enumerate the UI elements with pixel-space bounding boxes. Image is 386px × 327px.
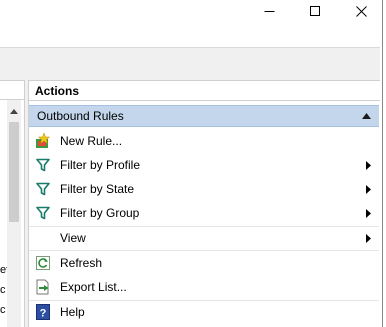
help-icon: ?: [35, 304, 51, 320]
filter-icon: [35, 181, 51, 197]
window-edge: [380, 0, 386, 327]
section-title: Outbound Rules: [37, 109, 124, 123]
refresh-action[interactable]: Refresh: [29, 251, 379, 275]
submenu-arrow-icon: [366, 185, 371, 194]
actions-pane-title: Actions: [29, 81, 381, 101]
close-icon: [355, 5, 367, 17]
action-label: View: [60, 231, 86, 245]
collapse-icon[interactable]: [362, 113, 371, 119]
window-border: [382, 0, 383, 327]
minimize-icon: [264, 10, 274, 12]
submenu-arrow-icon: [366, 161, 371, 170]
filter-by-group-action[interactable]: Filter by Group: [29, 201, 379, 225]
action-label: Filter by Profile: [60, 158, 141, 172]
list-item-fragment: c: [0, 284, 6, 296]
rules-list-column-header[interactable]: [0, 80, 24, 100]
minimize-button[interactable]: [246, 0, 292, 22]
scrollbar-thumb[interactable]: [9, 122, 19, 222]
submenu-arrow-icon: [366, 234, 371, 243]
action-label: New Rule...: [60, 134, 123, 148]
list-item-fragment: c: [0, 304, 6, 316]
action-label: Refresh: [60, 256, 103, 270]
maximize-icon: [309, 5, 320, 16]
filter-icon: [35, 205, 51, 221]
action-label: Filter by State: [60, 182, 135, 196]
close-button[interactable]: [338, 0, 384, 22]
export-list-action[interactable]: Export List...: [29, 275, 379, 299]
refresh-icon: [35, 255, 51, 271]
action-label: Export List...: [60, 280, 127, 294]
outbound-rules-section-header[interactable]: Outbound Rules: [29, 105, 379, 127]
svg-text:?: ?: [40, 308, 47, 320]
title-bar: [0, 0, 386, 48]
filter-by-state-action[interactable]: Filter by State: [29, 177, 379, 201]
export-icon: [35, 279, 51, 295]
help-action[interactable]: ? Help: [29, 300, 379, 324]
filter-icon: [35, 157, 51, 173]
actions-pane: Actions Outbound Rules New Rule... Filte…: [28, 80, 381, 327]
new-rule-icon: [35, 133, 51, 149]
action-label: Help: [60, 305, 85, 319]
view-action[interactable]: View: [29, 226, 379, 250]
filter-by-profile-action[interactable]: Filter by Profile: [29, 153, 379, 177]
scroll-up-button[interactable]: [7, 104, 21, 118]
chevron-up-icon: [10, 108, 18, 114]
new-rule-action[interactable]: New Rule...: [29, 129, 379, 153]
maximize-button[interactable]: [292, 0, 338, 22]
action-label: Filter by Group: [60, 206, 140, 220]
submenu-arrow-icon: [366, 209, 371, 218]
